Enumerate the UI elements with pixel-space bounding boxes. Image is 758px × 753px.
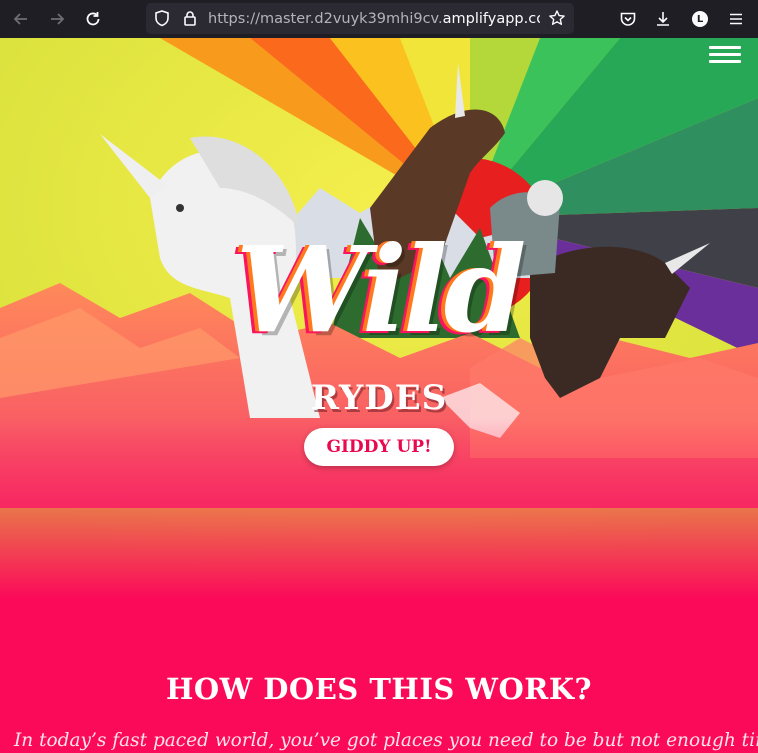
reload-icon[interactable] [81, 7, 105, 31]
forward-arrow-icon[interactable] [45, 7, 69, 31]
url-bar[interactable]: https://master.d2vuyk39mhi9cv.amplifyapp… [146, 3, 574, 34]
avatar: L [692, 11, 708, 27]
url-text[interactable]: https://master.d2vuyk39mhi9cv.amplifyapp… [208, 9, 540, 29]
lock-icon[interactable] [178, 6, 202, 30]
url-prefix: https://master.d2vuyk39mhi9cv. [208, 11, 443, 27]
account-icon[interactable]: L [688, 7, 712, 31]
back-arrow-icon[interactable] [9, 7, 33, 31]
url-host: amplifyapp.com [442, 11, 540, 27]
browser-toolbar: https://master.d2vuyk39mhi9cv.amplifyapp… [0, 0, 758, 38]
hamburger-menu-icon[interactable] [709, 42, 741, 64]
giddy-up-button[interactable]: GIDDY UP! [304, 428, 454, 466]
section-body: In today’s fast paced world, you’ve got … [14, 730, 758, 751]
app-menu-icon[interactable] [724, 7, 748, 31]
section-title: HOW DOES THIS WORK? [165, 672, 593, 706]
pocket-icon[interactable] [616, 7, 640, 31]
tracking-shield-icon[interactable] [150, 6, 174, 30]
hero-banner: Wild RYDES GIDDY UP! [0, 38, 758, 598]
bookmark-star-icon[interactable] [545, 6, 569, 30]
logo-rydes: RYDES [310, 378, 448, 418]
download-icon[interactable] [651, 7, 675, 31]
logo-wild: Wild [235, 220, 527, 359]
